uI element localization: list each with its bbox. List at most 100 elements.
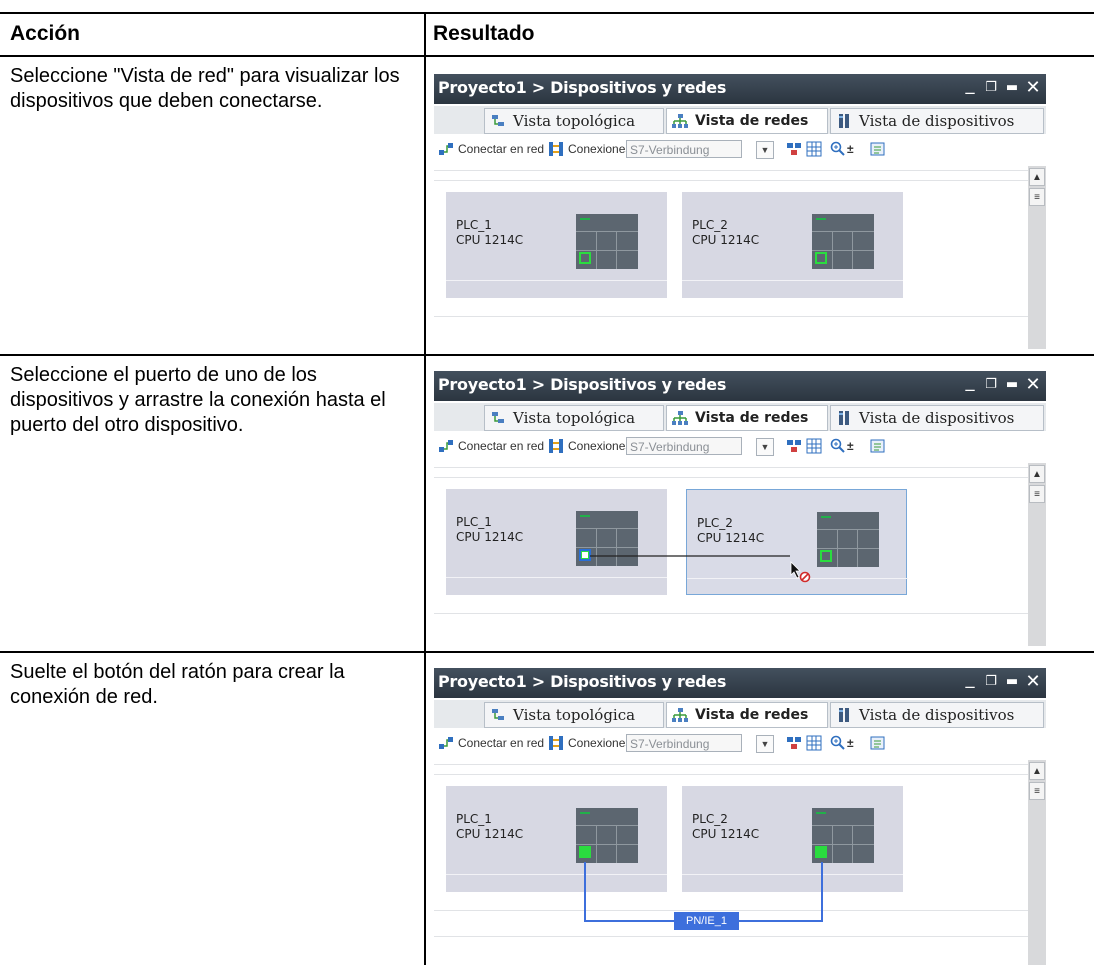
- zoom-icon[interactable]: [830, 141, 846, 157]
- close-button[interactable]: ✕: [1023, 671, 1043, 693]
- tab-topology-view[interactable]: Vista topológica: [484, 108, 664, 134]
- connections-icon[interactable]: [548, 438, 564, 454]
- view-tabs: Vista topológica Vista de redes Vista de…: [434, 403, 1046, 431]
- no-drop-cursor-icon: [790, 561, 811, 583]
- tab-label: Vista de redes: [695, 410, 809, 426]
- network-icon: [672, 708, 688, 722]
- network-canvas[interactable]: PLC_1 CPU 1214C PLC_2 CPU 1214C: [434, 760, 1028, 965]
- vertical-scrollbar[interactable]: ▲ ≡: [1028, 166, 1046, 349]
- network-view-window-3: Proyecto1 > Dispositivos y redes _ ❐ ▬ ✕…: [434, 668, 1046, 965]
- connections-label: Conexiones: [568, 142, 632, 156]
- zoom-icon[interactable]: [830, 438, 846, 454]
- vertical-scrollbar[interactable]: ▲ ≡: [1028, 760, 1046, 965]
- topology-icon: [492, 115, 504, 126]
- connect-network-button[interactable]: Conectar en red: [458, 736, 544, 750]
- close-button[interactable]: ✕: [1023, 374, 1043, 396]
- grid-line: [434, 180, 1028, 181]
- connections-icon[interactable]: [548, 735, 564, 751]
- connect-network-icon[interactable]: [438, 735, 454, 751]
- grid-icon[interactable]: [806, 735, 822, 751]
- connect-network-button[interactable]: Conectar en red: [458, 439, 544, 453]
- tab-label: Vista topológica: [513, 409, 636, 427]
- topology-icon: [492, 412, 504, 423]
- scroll-up-button[interactable]: ▲: [1029, 168, 1045, 186]
- export-icon[interactable]: [870, 141, 886, 157]
- tab-topology-view[interactable]: Vista topológica: [484, 405, 664, 431]
- network-view-window-1: Proyecto1 > Dispositivos y redes _ ❐ ▬ ✕…: [434, 74, 1046, 349]
- chevron-down-icon[interactable]: ▼: [756, 141, 774, 159]
- maximize-button[interactable]: ▬: [1002, 77, 1022, 99]
- profinet-subnet-line: [584, 862, 823, 922]
- topology-icon: [492, 709, 504, 720]
- network-overview-icon[interactable]: [786, 438, 802, 454]
- connections-label: Conexiones: [568, 439, 632, 453]
- maximize-button[interactable]: ▬: [1002, 374, 1022, 396]
- device-name: PLC_1: [456, 218, 492, 232]
- export-icon[interactable]: [870, 735, 886, 751]
- connect-network-button[interactable]: Conectar en red: [458, 142, 544, 156]
- minimize-button[interactable]: _: [960, 668, 980, 690]
- header-result: Resultado: [433, 22, 535, 45]
- scroll-grip[interactable]: ≡: [1029, 782, 1045, 800]
- connection-type-select[interactable]: S7-Verbindung: [626, 437, 742, 455]
- device-icon: [839, 708, 849, 722]
- scroll-up-button[interactable]: ▲: [1029, 465, 1045, 483]
- export-icon[interactable]: [870, 438, 886, 454]
- row-divider-2: [0, 651, 1094, 653]
- view-tabs: Vista topológica Vista de redes Vista de…: [434, 106, 1046, 134]
- tab-label: Vista de redes: [695, 707, 809, 723]
- tab-network-view[interactable]: Vista de redes: [666, 405, 828, 431]
- subnet-label[interactable]: PN/IE_1: [674, 912, 739, 930]
- window-title: Proyecto1 > Dispositivos y redes: [438, 78, 727, 97]
- vertical-scrollbar[interactable]: ▲ ≡: [1028, 463, 1046, 646]
- tab-topology-view[interactable]: Vista topológica: [484, 702, 664, 728]
- network-canvas[interactable]: PLC_1 CPU 1214C PLC_2 CPU 1214C: [434, 463, 1028, 646]
- device-plc-1[interactable]: PLC_1 CPU 1214C: [446, 192, 667, 298]
- action-text-3: Suelte el botón del ratón para crear la …: [10, 661, 345, 708]
- profinet-port[interactable]: [815, 252, 827, 264]
- connect-network-icon[interactable]: [438, 438, 454, 454]
- scroll-up-button[interactable]: ▲: [1029, 762, 1045, 780]
- grid-icon[interactable]: [806, 438, 822, 454]
- restore-button[interactable]: ❐: [981, 374, 1001, 396]
- restore-button[interactable]: ❐: [981, 77, 1001, 99]
- maximize-button[interactable]: ▬: [1002, 671, 1022, 693]
- tab-device-view[interactable]: Vista de dispositivos: [830, 108, 1044, 134]
- network-overview-icon[interactable]: [786, 735, 802, 751]
- device-plc-2[interactable]: PLC_2 CPU 1214C: [682, 192, 903, 298]
- chevron-down-icon[interactable]: ▼: [756, 438, 774, 456]
- connection-type-select[interactable]: S7-Verbindung: [626, 140, 742, 158]
- grid-icon[interactable]: [806, 141, 822, 157]
- tab-network-view[interactable]: Vista de redes: [666, 702, 828, 728]
- network-canvas[interactable]: PLC_1 CPU 1214C PLC_2 CPU 1214C: [434, 166, 1028, 349]
- network-icon: [672, 411, 688, 425]
- zoom-plus-minus-icon[interactable]: ±: [847, 142, 854, 156]
- chevron-down-icon[interactable]: ▼: [756, 735, 774, 753]
- connect-network-icon[interactable]: [438, 141, 454, 157]
- tab-device-view[interactable]: Vista de dispositivos: [830, 702, 1044, 728]
- tab-device-view[interactable]: Vista de dispositivos: [830, 405, 1044, 431]
- close-button[interactable]: ✕: [1023, 77, 1043, 99]
- tab-label: Vista topológica: [513, 706, 636, 724]
- row-divider-1: [0, 354, 1094, 356]
- profinet-port[interactable]: [579, 252, 591, 264]
- connection-type-select[interactable]: S7-Verbindung: [626, 734, 742, 752]
- device-type: CPU 1214C: [456, 233, 524, 247]
- network-overview-icon[interactable]: [786, 141, 802, 157]
- zoom-icon[interactable]: [830, 735, 846, 751]
- minimize-button[interactable]: _: [960, 371, 980, 393]
- zoom-plus-minus-icon[interactable]: ±: [847, 736, 854, 750]
- zoom-plus-minus-icon[interactable]: ±: [847, 439, 854, 453]
- scroll-grip[interactable]: ≡: [1029, 188, 1045, 206]
- tab-network-view[interactable]: Vista de redes: [666, 108, 828, 134]
- restore-button[interactable]: ❐: [981, 671, 1001, 693]
- connections-icon[interactable]: [548, 141, 564, 157]
- header-divider: [0, 55, 1094, 57]
- window-title: Proyecto1 > Dispositivos y redes: [438, 672, 727, 691]
- cpu-module: [576, 214, 638, 269]
- action-text-1: Seleccione "Vista de red" para visualiza…: [10, 65, 400, 112]
- window-title-bar: Proyecto1 > Dispositivos y redes _ ❐ ▬ ✕: [434, 74, 1046, 104]
- network-toolbar: Conectar en red Conexiones S7-Verbindung…: [434, 434, 1046, 460]
- minimize-button[interactable]: _: [960, 74, 980, 96]
- scroll-grip[interactable]: ≡: [1029, 485, 1045, 503]
